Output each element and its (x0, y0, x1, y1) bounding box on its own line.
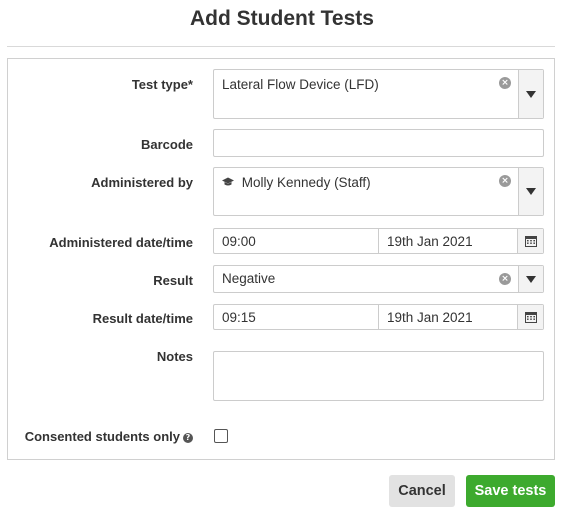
test-type-select[interactable]: Lateral Flow Device (LFD) × (213, 69, 544, 119)
test-type-label: Test type* (131, 77, 193, 92)
administered-datetime-field: 09:00 19th Jan 2021 (213, 228, 544, 254)
administered-time-input[interactable]: 09:00 (214, 229, 379, 253)
barcode-label: Barcode (140, 137, 193, 152)
result-datetime-label: Result date/time (92, 311, 193, 326)
administered-date-input[interactable]: 19th Jan 2021 (379, 229, 518, 253)
consented-checkbox[interactable] (214, 429, 228, 443)
result-time-input[interactable]: 09:15 (214, 305, 379, 329)
save-tests-button[interactable]: Save tests (466, 475, 555, 507)
barcode-input[interactable] (213, 129, 544, 157)
test-type-value: Lateral Flow Device (LFD) (222, 77, 379, 92)
clear-test-type-icon[interactable]: × (499, 77, 511, 89)
dialog-title: Add Student Tests (190, 7, 374, 30)
consented-label-text: Consented students only (24, 429, 180, 444)
calendar-icon[interactable] (518, 229, 543, 253)
clear-administered-by-icon[interactable]: × (499, 175, 511, 187)
cancel-button[interactable]: Cancel (389, 475, 455, 507)
help-icon[interactable]: ? (183, 433, 193, 443)
graduation-cap-icon (222, 177, 234, 186)
notes-textarea[interactable] (213, 351, 544, 401)
result-label: Result (153, 273, 193, 288)
test-type-dropdown-arrow-icon[interactable] (518, 70, 543, 118)
result-dropdown-arrow-icon[interactable] (518, 266, 543, 292)
consented-label: Consented students only? (25, 429, 193, 444)
result-date-input[interactable]: 19th Jan 2021 (379, 305, 518, 329)
administered-by-select[interactable]: Molly Kennedy (Staff) × (213, 167, 544, 216)
result-datetime-field: 09:15 19th Jan 2021 (213, 304, 544, 330)
administered-datetime-label: Administered date/time (49, 235, 193, 250)
administered-by-value: Molly Kennedy (Staff) (241, 175, 371, 190)
administered-by-label: Administered by (91, 175, 193, 190)
calendar-icon[interactable] (518, 305, 543, 329)
clear-result-icon[interactable]: × (499, 273, 511, 285)
result-select[interactable]: Negative × (213, 265, 544, 293)
administered-by-dropdown-arrow-icon[interactable] (518, 168, 543, 215)
title-divider (7, 46, 555, 47)
notes-label: Notes (156, 349, 193, 364)
result-value: Negative (222, 271, 276, 286)
